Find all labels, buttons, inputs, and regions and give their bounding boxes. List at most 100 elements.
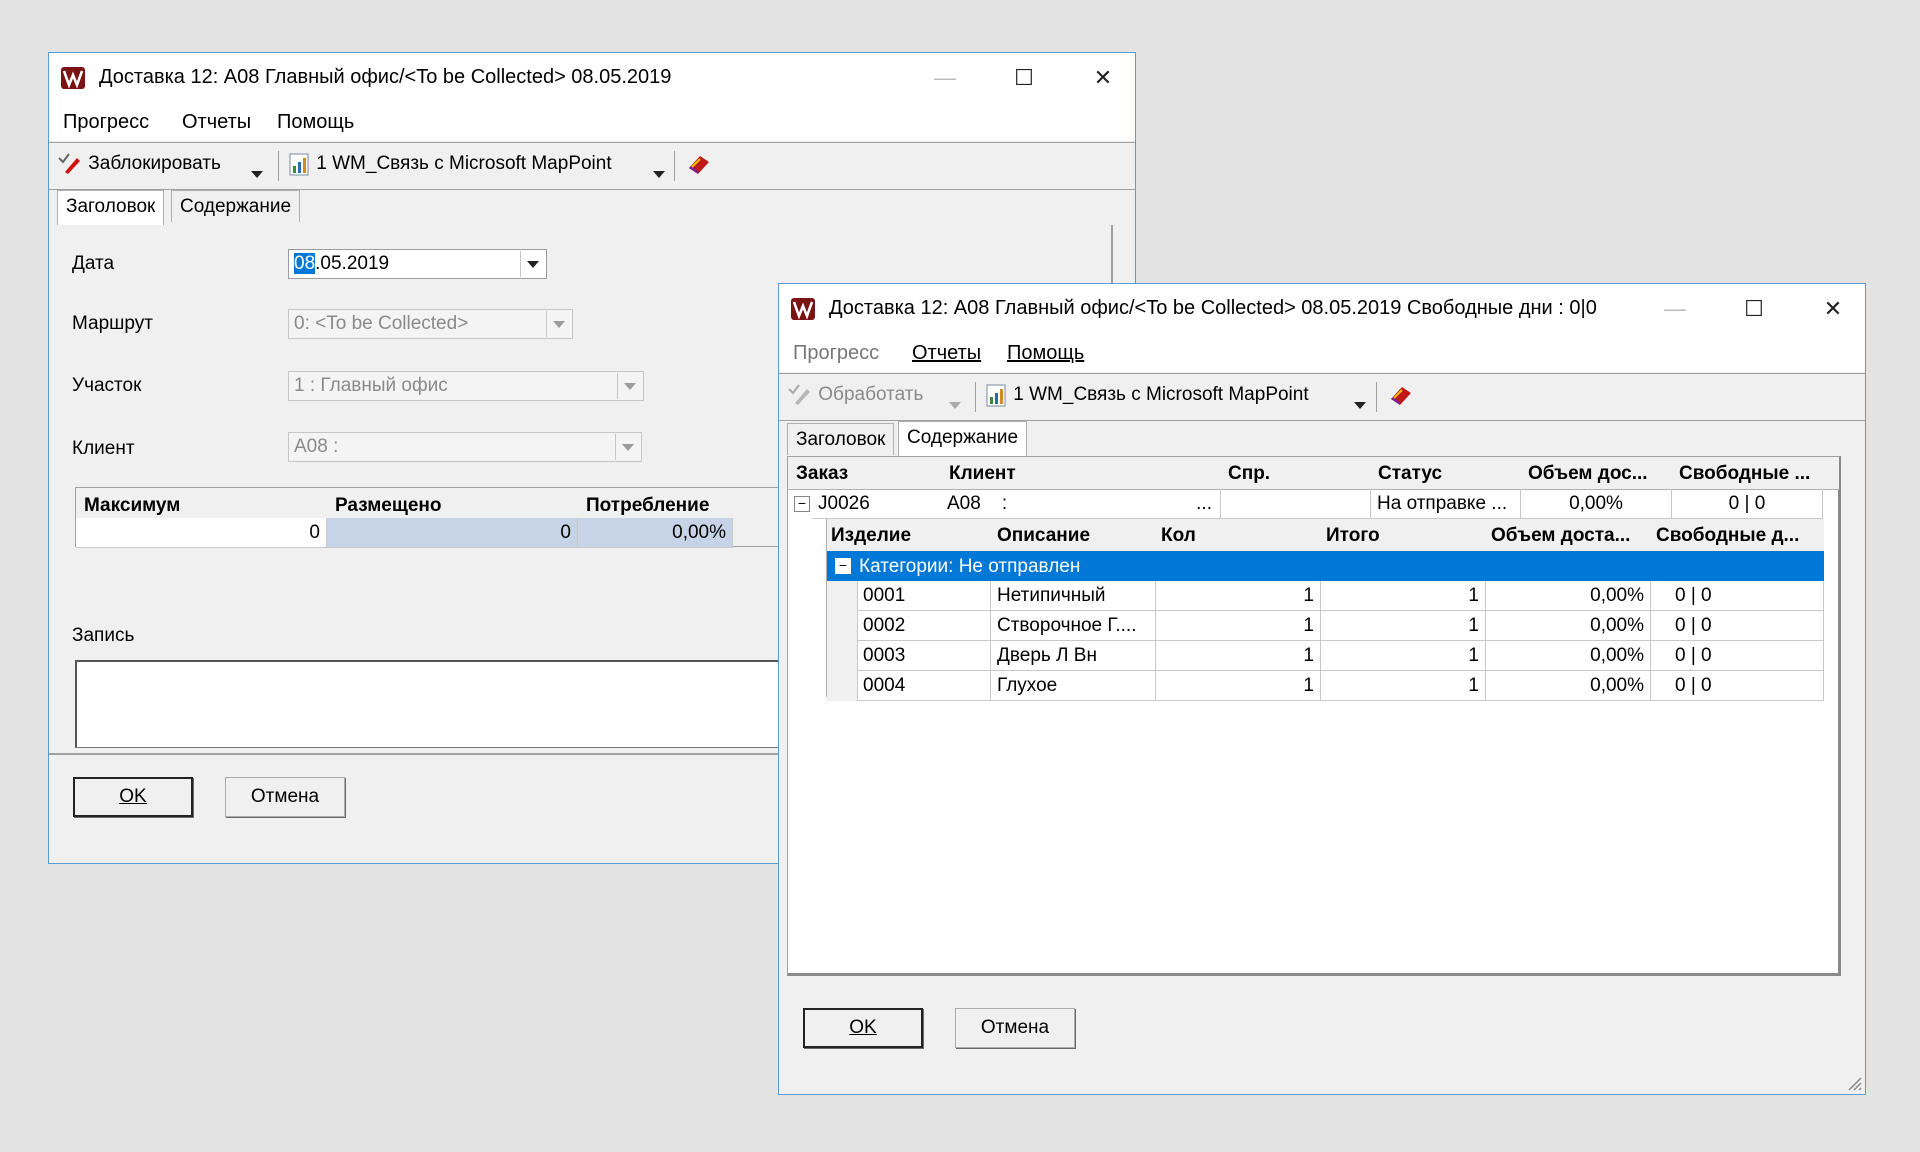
item-total[interactable]: 1 (1321, 671, 1486, 701)
collapse-group-icon[interactable]: − (835, 558, 851, 574)
delivery-window-content: Доставка 12: A08 Главный офис/<To be Col… (778, 283, 1866, 1095)
mappoint-report-button[interactable]: 1 WM_Связь с Microsoft MapPoint (289, 152, 612, 176)
ok-button[interactable]: OK (803, 1008, 923, 1048)
ok-button[interactable]: OK (73, 777, 193, 817)
col-item-free[interactable]: Свободные д... (1656, 525, 1799, 547)
order-number[interactable]: J0026 (812, 489, 941, 519)
table-row[interactable]: 0004 Глухое 1 1 0,00% 0 | 0 (857, 671, 1824, 701)
capacity-consumption-value[interactable]: 0,00% (578, 518, 733, 548)
close-icon[interactable]: ✕ (1083, 61, 1123, 95)
item-volume[interactable]: 0,00% (1486, 641, 1651, 671)
item-code[interactable]: 0004 (857, 671, 991, 701)
col-item-volume[interactable]: Объем доста... (1491, 525, 1630, 547)
note-label: Запись (72, 625, 135, 646)
tab-content[interactable]: Содержание (898, 421, 1028, 456)
item-total[interactable]: 1 (1321, 641, 1486, 671)
tab-header[interactable]: Заголовок (787, 423, 895, 455)
col-status[interactable]: Статус (1378, 463, 1442, 485)
maximize-icon[interactable]: ☐ (1004, 61, 1044, 95)
item-qty[interactable]: 1 (1156, 641, 1321, 671)
help-book-icon[interactable] (1388, 383, 1414, 407)
tab-content[interactable]: Содержание (171, 190, 301, 222)
item-qty[interactable]: 1 (1156, 611, 1321, 641)
item-description[interactable]: Дверь Л Вн (991, 641, 1156, 671)
col-spr[interactable]: Спр. (1228, 463, 1270, 485)
item-volume[interactable]: 0,00% (1486, 611, 1651, 641)
order-spr[interactable] (1221, 489, 1371, 519)
lock-button[interactable]: Заблокировать (57, 152, 221, 176)
item-free[interactable]: 0 | 0 (1651, 581, 1824, 611)
lock-dropdown-arrow[interactable] (251, 162, 263, 184)
item-volume[interactable]: 0,00% (1486, 581, 1651, 611)
close-icon[interactable]: ✕ (1813, 292, 1853, 326)
order-client[interactable]: A08 :... (941, 489, 1221, 519)
capacity-max-value[interactable]: 0 (76, 518, 327, 548)
order-volume[interactable]: 0,00% (1521, 489, 1672, 519)
menu-help[interactable]: Помощь (277, 111, 354, 134)
area-select[interactable]: 1 : Главный офис (288, 371, 644, 401)
item-free[interactable]: 0 | 0 (1651, 641, 1824, 671)
title-bar[interactable]: Доставка 12: A08 Главный офис/<To be Col… (779, 284, 1865, 334)
help-book-icon[interactable] (686, 152, 712, 176)
mappoint-report-button[interactable]: 1 WM_Связь с Microsoft MapPoint (986, 383, 1309, 407)
order-free[interactable]: 0 | 0 (1672, 489, 1823, 519)
menu-progress[interactable]: Прогресс (63, 111, 149, 134)
table-row[interactable]: 0003 Дверь Л Вн 1 1 0,00% 0 | 0 (857, 641, 1824, 671)
process-dropdown-arrow[interactable] (949, 393, 961, 415)
title-bar[interactable]: Доставка 12: A08 Главный офис/<To be Col… (49, 53, 1135, 103)
menu-progress[interactable]: Прогресс (793, 342, 879, 365)
chevron-down-icon[interactable] (546, 311, 571, 337)
maximize-icon[interactable]: ☐ (1734, 292, 1774, 326)
item-description[interactable]: Глухое (991, 671, 1156, 701)
item-qty[interactable]: 1 (1156, 671, 1321, 701)
col-client[interactable]: Клиент (949, 463, 1016, 485)
window-title: Доставка 12: A08 Главный офис/<To be Col… (829, 297, 1597, 319)
item-free[interactable]: 0 | 0 (1651, 611, 1824, 641)
table-row[interactable]: 0002 Створочное Г.... 1 1 0,00% 0 | 0 (857, 611, 1824, 641)
client-select[interactable]: A08 : (288, 432, 642, 462)
item-qty[interactable]: 1 (1156, 581, 1321, 611)
capacity-placed-value[interactable]: 0 (327, 518, 578, 548)
chevron-down-icon[interactable] (615, 434, 640, 460)
category-group-row[interactable]: − Категории: Не отправлен (827, 551, 1824, 581)
menu-reports[interactable]: Отчеты (912, 342, 981, 365)
col-qty[interactable]: Кол (1161, 525, 1196, 547)
order-status[interactable]: На отправке ... (1371, 489, 1521, 519)
tab-header[interactable]: Заголовок (57, 190, 165, 225)
chevron-down-icon[interactable] (617, 373, 642, 399)
item-total[interactable]: 1 (1321, 581, 1486, 611)
report-dropdown-arrow[interactable] (653, 162, 665, 184)
col-free[interactable]: Свободные ... (1679, 463, 1810, 485)
minimize-icon[interactable]: — (1655, 292, 1695, 326)
route-select[interactable]: 0: <To be Collected> (288, 309, 573, 339)
order-row[interactable]: − J0026 A08 :... На отправке ... 0,00% 0… (788, 489, 1839, 519)
minimize-icon[interactable]: — (925, 61, 965, 95)
col-description[interactable]: Описание (997, 525, 1090, 547)
cancel-button[interactable]: Отмена (225, 777, 345, 817)
item-code[interactable]: 0001 (857, 581, 991, 611)
process-button[interactable]: Обработать (787, 383, 923, 407)
item-code[interactable]: 0002 (857, 611, 991, 641)
item-description[interactable]: Нетипичный (991, 581, 1156, 611)
table-row[interactable]: 0001 Нетипичный 1 1 0,00% 0 | 0 (857, 581, 1824, 611)
menu-help[interactable]: Помощь (1007, 342, 1084, 365)
item-free[interactable]: 0 | 0 (1651, 671, 1824, 701)
col-item[interactable]: Изделие (831, 525, 911, 547)
date-picker[interactable]: 08.05.2019 (288, 249, 547, 279)
item-total[interactable]: 1 (1321, 611, 1486, 641)
menu-reports[interactable]: Отчеты (182, 111, 251, 134)
item-volume[interactable]: 0,00% (1486, 671, 1651, 701)
item-description[interactable]: Створочное Г.... (991, 611, 1156, 641)
report-chart-icon (986, 384, 1006, 407)
col-order[interactable]: Заказ (796, 463, 848, 485)
col-total[interactable]: Итого (1326, 525, 1380, 547)
item-code[interactable]: 0003 (857, 641, 991, 671)
report-dropdown-arrow[interactable] (1354, 393, 1366, 415)
client-more-button[interactable]: ... (1196, 489, 1212, 518)
note-textarea[interactable] (75, 660, 875, 748)
expand-collapse-icon[interactable]: − (794, 496, 810, 512)
chevron-down-icon[interactable] (520, 251, 545, 277)
resize-grip-icon[interactable] (1843, 1072, 1863, 1092)
cancel-button[interactable]: Отмена (955, 1008, 1075, 1048)
col-volume[interactable]: Объем дос... (1528, 463, 1648, 485)
